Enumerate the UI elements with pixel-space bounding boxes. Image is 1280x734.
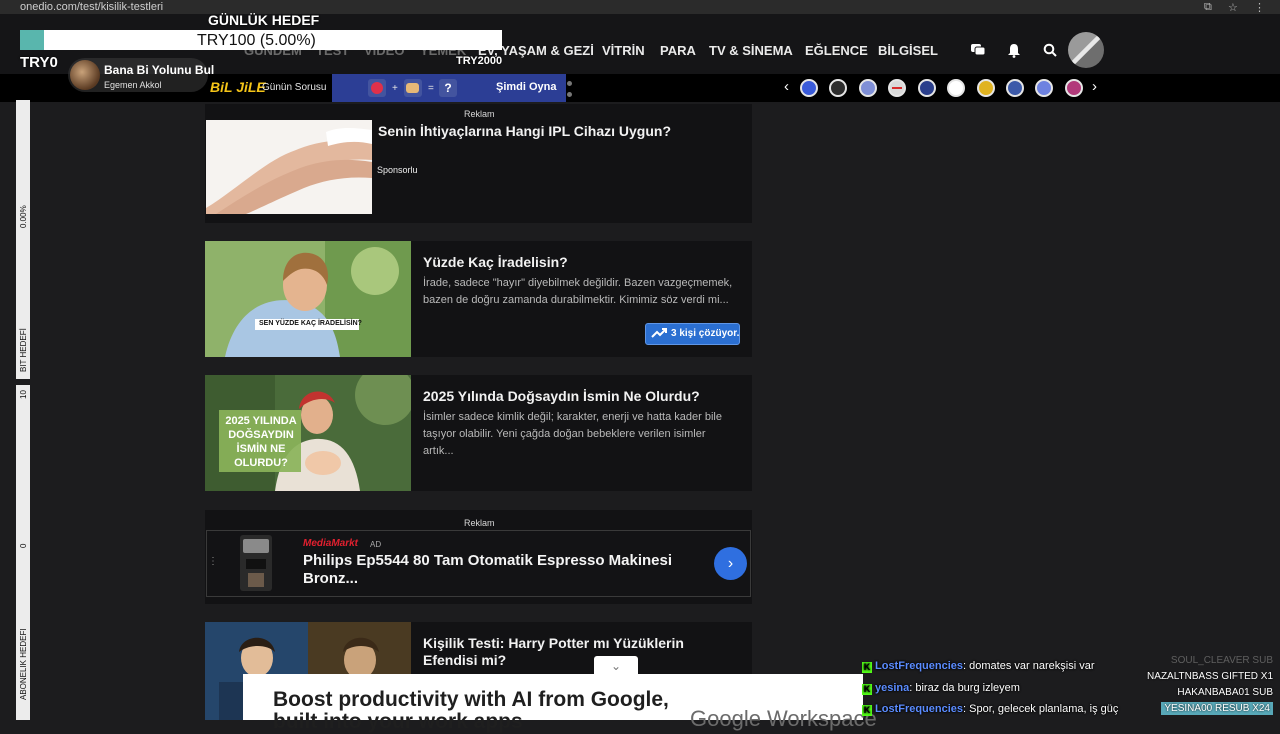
browser-strip: onedio.com/test/kisilik-testleri ⧉ ☆ ⋮ (0, 0, 1280, 14)
quiz-title[interactable]: Yüzde Kaç İradelisin? (423, 254, 568, 271)
chat-message: K LostFrequencies: domates var narekşisi … (862, 660, 1095, 673)
category-circle-3[interactable] (859, 79, 877, 97)
collapse-ad-button[interactable]: ⌄ (594, 656, 638, 676)
event-item: NAZALTNBASS GIFTED X1 (1147, 671, 1273, 682)
category-circle-7[interactable] (977, 79, 995, 97)
product-title[interactable]: Philips Ep5544 80 Tam Otomatik Espresso … (303, 552, 683, 588)
category-circle-2[interactable] (829, 79, 847, 97)
mediamarkt-logo[interactable]: MediaMarkt (303, 538, 358, 549)
rail-number-bottom: 0 (19, 543, 28, 548)
category-circle-10[interactable] (1065, 79, 1083, 97)
kick-badge-icon: K (862, 662, 872, 673)
more-dot (567, 92, 572, 97)
espresso-machine-image[interactable] (236, 533, 276, 593)
nav-item-tv-sinema[interactable]: TV & SİNEMA (709, 43, 793, 58)
extension-icon[interactable]: ⧉ (1204, 1, 1212, 14)
thumbnail-caption: SEN YÜZDE KAÇ İRADELİSİN? (259, 320, 362, 327)
apple-emoji-icon (368, 79, 386, 97)
rail-divider (16, 379, 30, 385)
rail-number-top: 10 (19, 390, 28, 399)
category-circle-5[interactable] (918, 79, 936, 97)
ad-label: Reklam (464, 109, 495, 119)
goal-title: GÜNLÜK HEDEF (208, 12, 320, 28)
nav-item-para[interactable]: PARA (660, 43, 696, 58)
chat-message: K LostFrequencies: Spor, gelecek planlama… (862, 703, 1119, 716)
kick-badge-icon: K (862, 684, 872, 695)
url-text[interactable]: onedio.com/test/kisilik-testleri (20, 1, 163, 13)
plus-symbol: + (392, 83, 398, 94)
thumbnail-caption: 2025 YILINDA DOĞSAYDIN İSMİN NE OLURDU? (225, 415, 297, 469)
equals-symbol: = (428, 83, 434, 94)
more-dot (567, 81, 572, 86)
category-circle-1[interactable] (800, 79, 818, 97)
nav-item-bilgisel[interactable]: BİLGİSEL (878, 43, 938, 58)
google-workspace-logo[interactable]: Google Workspace (690, 706, 877, 732)
quiz-description: İsimler sadece kimlik değil; karakter, e… (423, 411, 722, 457)
category-circle-9[interactable] (1035, 79, 1053, 97)
chat-message: Kyesina: biraz da burg izleyem (862, 682, 1020, 695)
trending-up-icon (651, 328, 667, 338)
now-playing-artist: Egemen Akkol (104, 80, 162, 90)
ad-tag: AD (370, 540, 382, 549)
goal-rail (16, 100, 30, 720)
goal-current: TRY0 (20, 54, 58, 71)
google-ad-headline[interactable]: Boost productivity with AI from Google, (273, 688, 669, 712)
avatar[interactable] (1068, 32, 1104, 68)
rail-sub-goal: ABONELIK HEDEFI (19, 628, 28, 700)
event-item: HAKANBABA01 SUB (1177, 687, 1273, 698)
category-circle-6[interactable] (947, 79, 965, 97)
rail-bit-goal: BIT HEDEFİ (19, 328, 28, 372)
sponsored-title[interactable]: Senin İhtiyaçlarına Hangi IPL Cihazı Uyg… (378, 123, 671, 140)
event-item: SOUL_CLEAVER SUB (1170, 655, 1273, 666)
goal-target: TRY2000 (456, 55, 503, 67)
chevron-right-button[interactable]: › (714, 547, 747, 580)
ipl-thumbnail[interactable] (206, 120, 372, 214)
category-circle-4[interactable] (888, 79, 906, 97)
solving-count-text: 3 kişi çözüyor. (671, 328, 740, 339)
google-ad-subline[interactable]: built into your work apps (273, 710, 523, 734)
now-playing-title: Bana Bi Yolunu Bul (104, 63, 215, 77)
rail-percent: 0.00% (19, 205, 28, 228)
ad-options-icon[interactable]: ⋮ (208, 556, 218, 567)
quiz-brand-logo[interactable]: BiL JiLE (210, 79, 266, 95)
chat-bubbles-icon[interactable] (967, 39, 989, 61)
goal-progress-text: TRY100 (5.00%) (197, 32, 316, 49)
quiz-title[interactable]: Kişilik Testi: Harry Potter mı Yüzükleri… (423, 635, 733, 669)
bread-emoji-icon (404, 79, 422, 97)
quiz-title[interactable]: 2025 Yılında Doğsaydın İsmin Ne Olurdu? (423, 388, 700, 405)
goal-progress-fill (20, 30, 44, 50)
chevron-left-icon[interactable]: ‹ (784, 78, 789, 95)
album-art (70, 60, 100, 90)
play-now-button[interactable]: Şimdi Oyna (496, 81, 557, 93)
question-box: ? (439, 79, 457, 97)
quiz-description: İrade, sadece "hayır" diyebilmek değildi… (423, 277, 733, 306)
event-item-highlight: YESINA00 RESUB X24 (1161, 702, 1273, 715)
category-circle-8[interactable] (1006, 79, 1024, 97)
quiz-of-day-label[interactable]: Günün Sorusu (262, 82, 327, 93)
quiz-thumbnail-willpower[interactable] (205, 241, 411, 357)
nav-item-vitrin[interactable]: VİTRİN (602, 43, 645, 58)
kick-badge-icon: K (862, 705, 872, 716)
bookmark-star-icon[interactable]: ☆ (1228, 1, 1238, 14)
nav-item-eglence[interactable]: EĞLENCE (805, 43, 868, 58)
chevron-right-icon[interactable]: › (1092, 78, 1097, 95)
menu-dots-icon[interactable]: ⋮ (1254, 1, 1265, 14)
sponsored-tag: Sponsorlu (377, 165, 418, 175)
ad-label: Reklam (464, 518, 495, 528)
search-icon[interactable] (1039, 39, 1061, 61)
bell-icon[interactable] (1003, 39, 1025, 61)
